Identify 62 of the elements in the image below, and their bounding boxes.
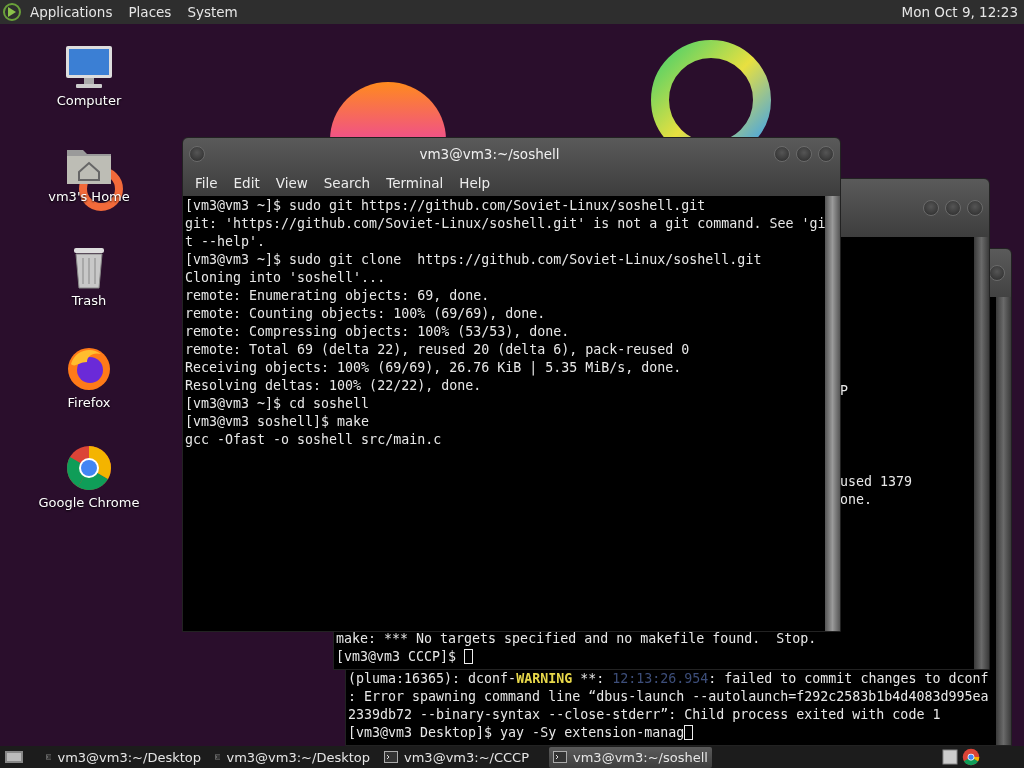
terminal-line: Resolving deltas: 100% (22/22), done.	[185, 377, 483, 395]
terminal-line: 2339db72 --binary-syntax --close-stderr”: Child process exited with code 1	[348, 706, 942, 724]
terminal-line: t --help'.	[185, 233, 267, 251]
window-control-button[interactable]	[945, 200, 961, 216]
menu-item[interactable]: Terminal	[378, 174, 452, 191]
terminal-line: gcc -Ofast -o soshell src/main.c	[185, 431, 443, 449]
terminal-line: [vm3@vm3 CCCP]$	[336, 648, 972, 666]
computer-icon	[64, 44, 114, 90]
terminal-line: remote: Compressing objects: 100% (53/53), done.	[185, 323, 571, 341]
menu-item[interactable]: View	[267, 174, 316, 191]
terminal-icon	[215, 751, 221, 763]
chrome-icon[interactable]	[962, 748, 980, 766]
window-control-button[interactable]	[818, 145, 834, 162]
desktop-icon-label[interactable]: Firefox	[67, 395, 111, 410]
terminal-line: make: *** No targets specified and no makefile found. Stop.	[336, 630, 818, 648]
terminal-icon	[553, 751, 567, 763]
menu-item[interactable]: Search	[315, 174, 379, 191]
terminal-line: used 1379	[840, 473, 913, 491]
terminal-line: git: 'https://github.com/Soviet-Linux/soshell.git' is not a git command. See 'gi	[185, 215, 823, 233]
window-title: vm3@vm3:~/soshell	[418, 145, 561, 162]
scrollbar[interactable]	[825, 196, 840, 631]
terminal-line: [vm3@vm3 ~]$ cd soshell	[185, 395, 371, 413]
window-control-button[interactable]	[189, 145, 205, 162]
window-icon[interactable]	[942, 749, 958, 765]
terminal-icon	[46, 751, 52, 763]
panel-menu[interactable]: System	[179, 4, 246, 20]
menu-item[interactable]: File	[187, 174, 226, 191]
show-desktop-icon[interactable]	[4, 749, 24, 765]
desktop-icon-label[interactable]: Google Chrome	[38, 495, 140, 510]
scrollbar[interactable]	[974, 237, 989, 669]
desktop-icon-label[interactable]: Trash	[71, 293, 107, 308]
scrollbar[interactable]	[996, 297, 1011, 745]
terminal-line: (pluma:16365): dconf-WARNING **: 12:13:26.954: failed to commit changes to dconf	[348, 670, 990, 688]
terminal-line: [vm3@vm3 ~]$ sudo git clone https://github.com/Soviet-Linux/soshell.git	[185, 251, 763, 269]
panel-menu[interactable]: Applications	[22, 4, 121, 20]
chrome-icon	[65, 444, 113, 492]
taskbar-task[interactable]: vm3@vm3:~/soshell	[549, 746, 712, 768]
terminal-line: [vm3@vm3 Desktop]$ yay -Sy extension-manag	[348, 724, 994, 742]
window-control-button[interactable]	[774, 145, 790, 162]
taskbar-task[interactable]: vm3@vm3:~/Desktop	[211, 746, 374, 768]
terminal-line: Receiving objects: 100% (69/69), 26.76 KiB | 5.35 MiB/s, done.	[185, 359, 683, 377]
terminal-line: remote: Counting objects: 100% (69/69), done.	[185, 305, 547, 323]
menu-item[interactable]: Edit	[225, 174, 268, 191]
menu-item[interactable]: Help	[451, 174, 499, 191]
terminal-icon	[384, 751, 398, 763]
menu-logo-icon[interactable]	[2, 2, 22, 22]
taskbar-task[interactable]: vm3@vm3:~/Desktop	[42, 746, 205, 768]
terminal-line: Cloning into 'soshell'...	[185, 269, 387, 287]
terminal-line: remote: Total 69 (delta 22), reused 20 (delta 6), pack-reused 0	[185, 341, 691, 359]
terminal-line: : Error spawning command line “dbus-launch --autolaunch=f292c2583b1b4d4083d995ea	[348, 688, 990, 706]
panel-menu[interactable]: Places	[120, 4, 180, 20]
clock[interactable]: Mon Oct 9, 12:23	[901, 4, 1018, 20]
terminal-line: P	[840, 382, 848, 400]
window-control-button[interactable]	[796, 145, 812, 162]
terminal-line: one.	[840, 491, 873, 509]
terminal-line: [vm3@vm3 ~]$ sudo git https://github.com/Soviet-Linux/soshell.git	[185, 197, 707, 215]
taskbar-task[interactable]: vm3@vm3:~/CCCP	[380, 746, 543, 768]
terminal-line: [vm3@vm3 soshell]$ make	[185, 413, 371, 431]
window-control-button[interactable]	[923, 200, 939, 216]
desktop-icon-label[interactable]: Computer	[56, 93, 122, 108]
terminal-line: remote: Enumerating objects: 69, done.	[185, 287, 491, 305]
window-control-button[interactable]	[967, 200, 983, 216]
